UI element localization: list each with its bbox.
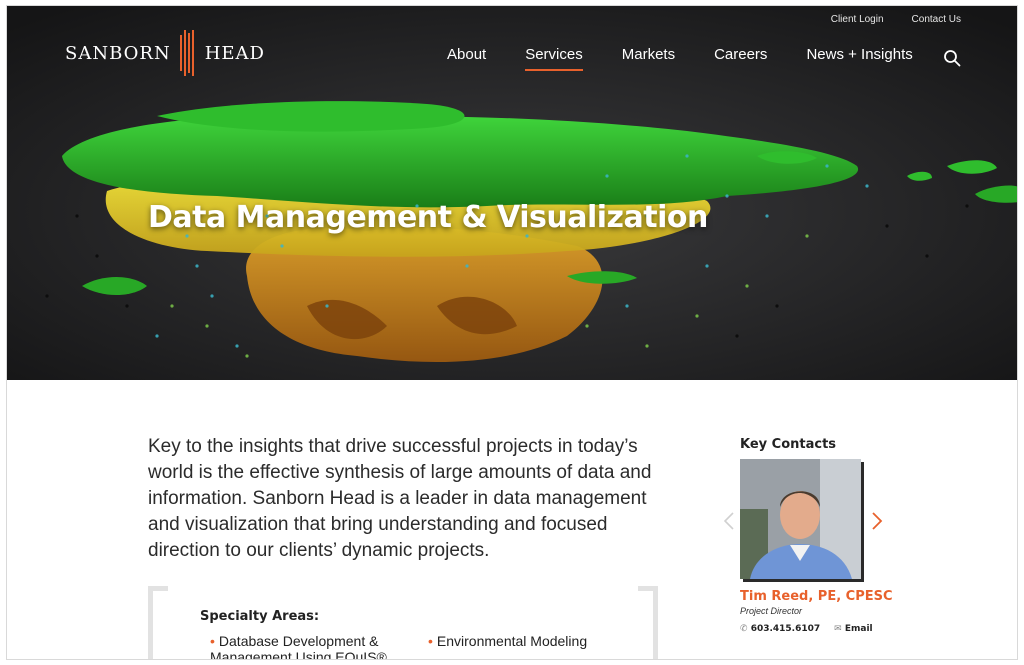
utility-nav: Client Login Contact Us [831,14,961,25]
key-contacts-title: Key Contacts [740,437,837,452]
bracket-right [638,586,658,659]
contact-email-link[interactable]: ✉ Email [834,624,872,634]
contact-us-link[interactable]: Contact Us [912,14,961,25]
hero-banner: Client Login Contact Us SANBORN HEAD Abo… [7,6,1017,380]
contact-phone-number: 603.415.6107 [750,624,821,634]
logo-text-right: HEAD [204,42,265,64]
phone-icon: ✆ [740,624,748,634]
bracket-left [148,586,168,659]
logo-text-left: SANBORN [65,42,171,64]
contact-email-label: Email [844,624,873,634]
sanborn-head-logo[interactable]: SANBORN HEAD [65,30,265,76]
intro-paragraph: Key to the insights that drive successfu… [148,436,652,561]
contact-phone[interactable]: ✆ 603.415.6107 [740,624,820,634]
logo-mark-icon [177,30,199,76]
bullet-icon: • [428,633,433,649]
nav-services[interactable]: Services [525,46,583,71]
client-login-link[interactable]: Client Login [831,14,884,25]
specialty-item[interactable]: • Database Development & Management Using… [210,633,410,660]
key-contacts: Key Contacts Tim Reed, PE, CPESC Project… [740,437,900,634]
nav-about[interactable]: About [447,46,486,69]
specialty-item-label: Environmental Modeling [436,633,588,649]
specialty-item[interactable]: • Environmental Modeling [428,633,628,649]
main-nav: About Services Markets Careers News + In… [447,46,952,71]
browser-viewport: Client Login Contact Us SANBORN HEAD Abo… [6,5,1018,660]
contact-name[interactable]: Tim Reed, PE, CPESC [740,590,900,604]
carousel-prev-icon[interactable] [723,511,735,531]
contact-photo[interactable] [740,459,861,579]
mail-icon: ✉ [834,624,842,634]
search-icon[interactable] [943,49,961,67]
specialty-areas-box: Specialty Areas: • Database Development &… [148,586,658,660]
nav-careers[interactable]: Careers [714,46,767,69]
contact-portrait-image [740,459,861,579]
bullet-icon: • [210,633,215,649]
nav-news-insights[interactable]: News + Insights [806,46,912,69]
contact-details: ✆ 603.415.6107 ✉ Email [740,624,900,634]
nav-markets[interactable]: Markets [622,46,675,69]
page-title: Data Management & Visualization [148,200,708,235]
specialty-title: Specialty Areas: [200,609,320,624]
contact-role: Project Director [740,606,803,616]
specialty-item-label: Database Development & Management Using … [210,633,387,660]
